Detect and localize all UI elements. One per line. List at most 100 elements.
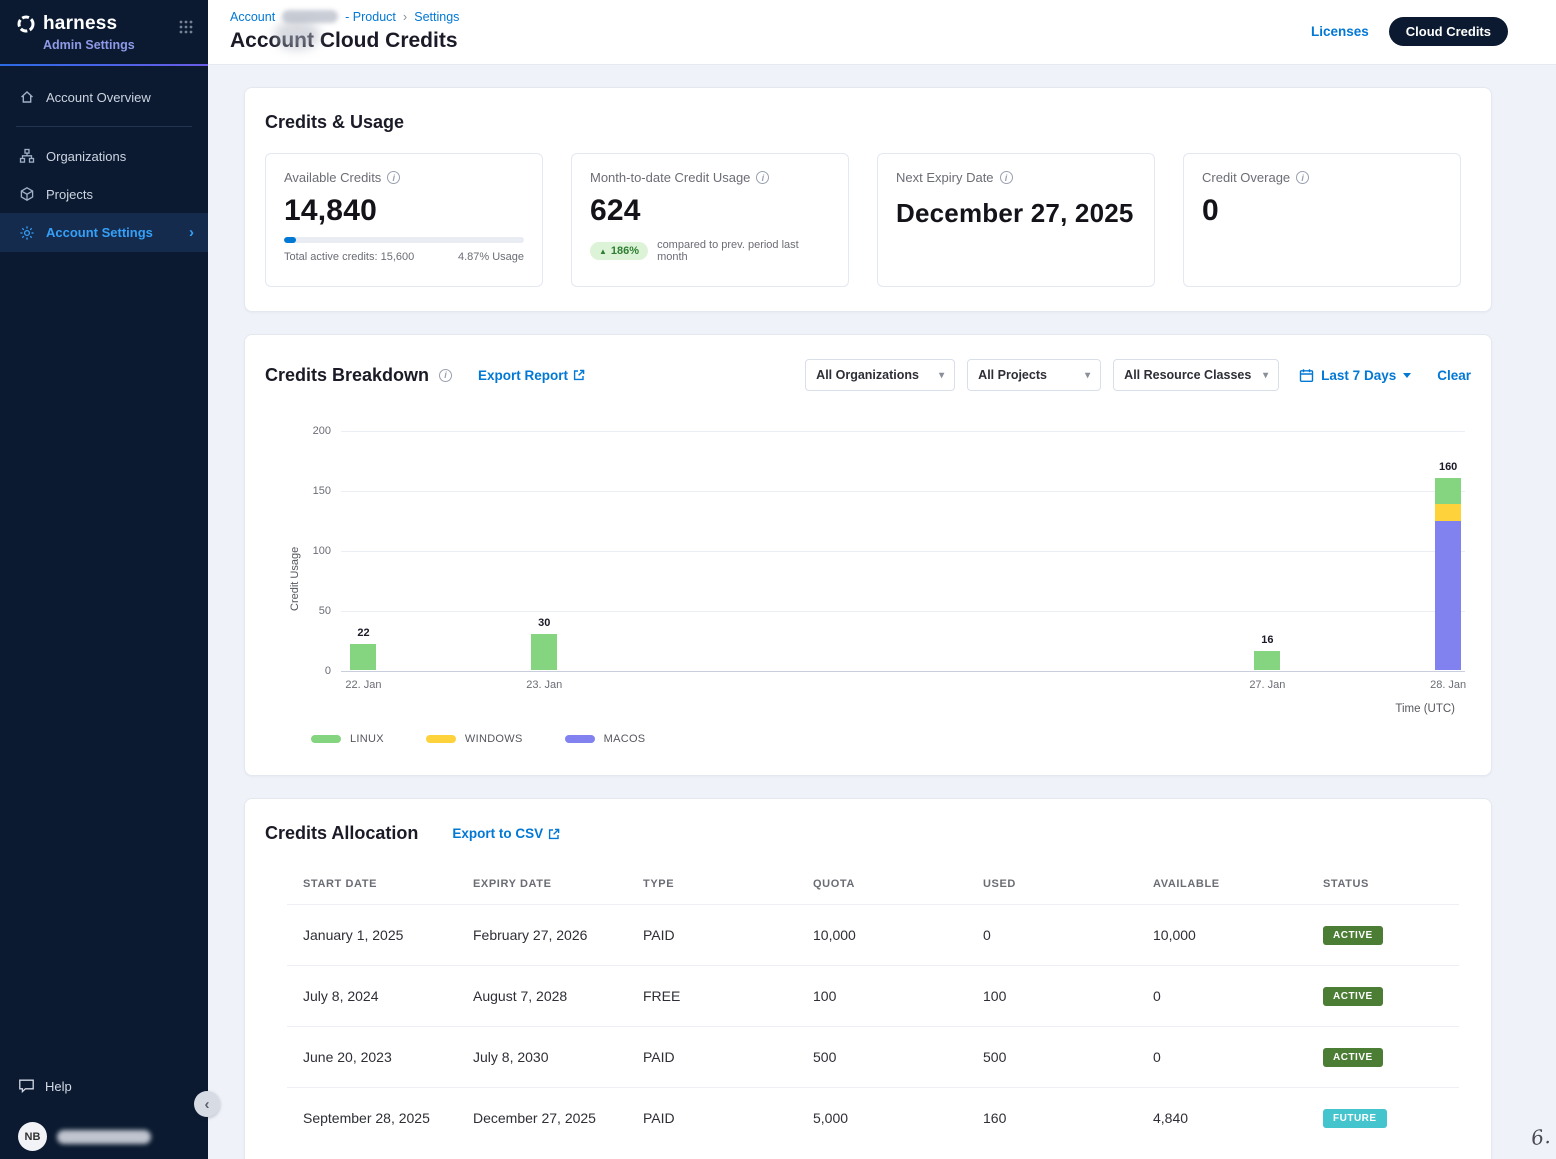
sidebar-item-account-overview[interactable]: Account Overview: [0, 78, 208, 116]
x-axis-caption: Time (UTC): [265, 703, 1455, 715]
resource-classes-select-value: All Resource Classes: [1124, 368, 1251, 382]
redacted-text: [282, 10, 338, 23]
date-range-select[interactable]: Last 7 Days: [1299, 368, 1411, 383]
licenses-link[interactable]: Licenses: [1311, 24, 1369, 39]
usage-percent: 4.87% Usage: [458, 251, 524, 263]
sidebar-item-organizations[interactable]: Organizations: [0, 137, 208, 175]
main-area: Account - Product › Settings Account Clo…: [208, 0, 1556, 1159]
page-header: Account - Product › Settings Account Clo…: [208, 0, 1556, 65]
export-csv-link[interactable]: Export to CSV: [452, 826, 560, 841]
sidebar-collapse-handle[interactable]: ‹: [194, 1091, 220, 1117]
legend-item-linux[interactable]: LINUX: [311, 733, 384, 745]
export-report-link[interactable]: Export Report: [478, 368, 585, 383]
home-icon: [18, 89, 35, 105]
app-window: harness Admin Settings Account Overview: [0, 0, 1556, 1159]
cell-available: 4,840: [1137, 1090, 1307, 1146]
delta-value: 186%: [611, 245, 639, 257]
breadcrumb-product[interactable]: - Product: [345, 10, 396, 24]
available-credits-card: Available Credits i 14,840 Total active …: [265, 153, 543, 287]
column-header: QUOTA: [797, 870, 967, 904]
apps-grid-icon[interactable]: [178, 19, 194, 35]
table-row[interactable]: September 28, 2025 December 27, 2025 PAI…: [287, 1087, 1459, 1148]
bar-segment-linux: [531, 634, 557, 670]
legend-swatch-windows: [426, 735, 456, 743]
page-content: Credits & Usage Available Credits i 14,8…: [208, 65, 1556, 1159]
breadcrumb-settings[interactable]: Settings: [414, 10, 459, 24]
chart-bar[interactable]: 22: [350, 644, 376, 670]
delta-note: compared to prev. period last month: [657, 239, 830, 263]
info-icon[interactable]: i: [1296, 171, 1309, 184]
sidebar-footer: Help NB: [0, 1064, 208, 1159]
cell-available: 0: [1137, 1029, 1307, 1085]
table-row[interactable]: July 8, 2024 August 7, 2028 FREE 100 100…: [287, 965, 1459, 1026]
gridline: [341, 611, 1465, 612]
info-icon[interactable]: i: [756, 171, 769, 184]
avatar[interactable]: NB: [18, 1122, 47, 1151]
cell-start-date: January 1, 2025: [287, 907, 457, 963]
projects-select[interactable]: All Projects ▾: [967, 359, 1101, 391]
gridline: [341, 671, 1465, 672]
help-button[interactable]: Help: [18, 1078, 192, 1094]
credits-usage-title: Credits & Usage: [265, 112, 1471, 133]
cell-start-date: September 28, 2025: [287, 1090, 457, 1146]
user-row[interactable]: NB: [18, 1122, 192, 1151]
mtd-usage-label: Month-to-date Credit Usage: [590, 170, 750, 185]
help-chat-icon: [18, 1078, 35, 1094]
legend-item-windows[interactable]: WINDOWS: [426, 733, 523, 745]
nav-label: Organizations: [46, 149, 126, 164]
date-range-value: Last 7 Days: [1321, 368, 1396, 383]
gridline: [341, 431, 1465, 432]
column-header: USED: [967, 870, 1137, 904]
admin-settings-label: Admin Settings: [43, 38, 135, 52]
cell-quota: 500: [797, 1029, 967, 1085]
chevron-down-icon: ▾: [1263, 370, 1268, 381]
nav-label: Projects: [46, 187, 93, 202]
bar-total-label: 22: [357, 627, 369, 639]
status-badge: ACTIVE: [1323, 1048, 1383, 1067]
resource-classes-select[interactable]: All Resource Classes ▾: [1113, 359, 1279, 391]
info-icon[interactable]: i: [387, 171, 400, 184]
table-row[interactable]: June 20, 2023 July 8, 2030 PAID 500 500 …: [287, 1026, 1459, 1087]
clear-filters-link[interactable]: Clear: [1437, 368, 1471, 383]
cell-expiry-date: February 27, 2026: [457, 907, 627, 963]
legend-item-macos[interactable]: MACOS: [565, 733, 646, 745]
chart-bar[interactable]: 160: [1435, 478, 1461, 670]
cloud-credits-button[interactable]: Cloud Credits: [1389, 17, 1508, 46]
info-icon[interactable]: i: [439, 369, 452, 382]
chevron-right-icon: ›: [403, 9, 407, 24]
page-title: Account Cloud Credits: [230, 29, 459, 53]
breadcrumb-account[interactable]: Account: [230, 10, 275, 24]
y-tick-label: 0: [299, 665, 331, 677]
cell-quota: 10,000: [797, 907, 967, 963]
delta-badge: ▲ 186%: [590, 242, 648, 260]
x-tick-label: 22. Jan: [345, 679, 381, 691]
credits-breakdown-title: Credits Breakdown: [265, 365, 429, 386]
table-row[interactable]: January 1, 2025 February 27, 2026 PAID 1…: [287, 904, 1459, 965]
sidebar-item-projects[interactable]: Projects: [0, 175, 208, 213]
credits-progress-fill: [284, 237, 296, 243]
cell-quota: 100: [797, 968, 967, 1024]
chart-bar[interactable]: 16: [1254, 651, 1280, 670]
gridline: [341, 551, 1465, 552]
sidebar: harness Admin Settings Account Overview: [0, 0, 208, 1159]
bar-total-label: 16: [1261, 634, 1273, 646]
legend-label: LINUX: [350, 733, 384, 745]
x-tick-label: 28. Jan: [1430, 679, 1466, 691]
sidebar-divider: [16, 126, 192, 127]
arrow-up-icon: ▲: [599, 247, 607, 256]
info-icon[interactable]: i: [1000, 171, 1013, 184]
gridline: [341, 491, 1465, 492]
cell-type: PAID: [627, 1090, 797, 1146]
cell-type: PAID: [627, 907, 797, 963]
table-header-row: START DATE EXPIRY DATE TYPE QUOTA USED A…: [287, 870, 1459, 904]
projects-select-value: All Projects: [978, 368, 1047, 382]
chart-bar[interactable]: 30: [531, 634, 557, 670]
bar-segment-linux: [350, 644, 376, 670]
user-name-redacted: [57, 1130, 151, 1144]
credit-overage-card: Credit Overage i 0: [1183, 153, 1461, 287]
column-header: EXPIRY DATE: [457, 870, 627, 904]
sidebar-item-account-settings[interactable]: Account Settings ›: [0, 213, 208, 252]
allocation-table: START DATE EXPIRY DATE TYPE QUOTA USED A…: [287, 870, 1459, 1148]
harness-logo-icon: [16, 14, 36, 34]
organizations-select[interactable]: All Organizations ▾: [805, 359, 955, 391]
